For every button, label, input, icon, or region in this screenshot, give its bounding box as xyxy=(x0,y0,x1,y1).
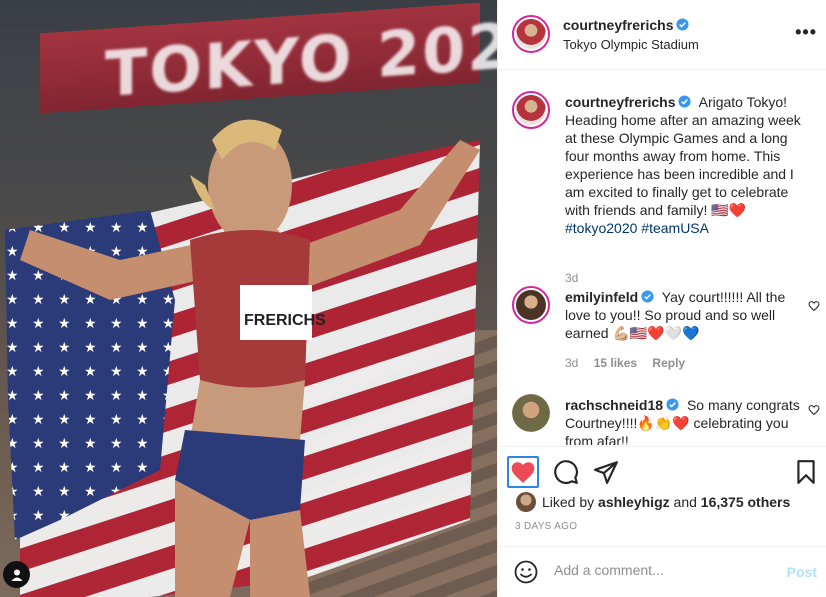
heart-filled-icon xyxy=(511,462,535,483)
caption-text-block: courtneyfrerichs Arigato Tokyo! Heading … xyxy=(565,93,805,237)
bookmark-icon xyxy=(797,460,815,484)
commenter-avatar[interactable] xyxy=(512,394,550,432)
comment-meta: 3d 15 likes Reply xyxy=(565,356,697,370)
verified-badge-icon xyxy=(666,398,679,411)
post-timestamp[interactable]: 3 DAYS AGO xyxy=(515,521,577,532)
bib-text: FRERICHS xyxy=(244,312,326,329)
comment-reply-button[interactable]: Reply xyxy=(652,356,685,370)
post-header: courtneyfrerichs Tokyo Olympic Stadium •… xyxy=(498,0,826,70)
comment-text-block: emilyinfeld Yay court!!!!!! All the love… xyxy=(565,288,805,342)
verified-badge-icon xyxy=(678,95,692,108)
like-button[interactable] xyxy=(507,456,539,488)
likes-others-link[interactable]: 16,375 others xyxy=(701,494,791,510)
comment-text-block: rachschneid18 So many congrats Courtney!… xyxy=(565,396,805,445)
save-button[interactable] xyxy=(790,456,822,488)
share-button[interactable] xyxy=(590,456,622,488)
caption-author-avatar[interactable] xyxy=(512,91,550,129)
add-comment-bar: Post xyxy=(498,546,826,597)
post-comment-button[interactable]: Post xyxy=(787,564,817,580)
more-options-icon[interactable]: ••• xyxy=(795,22,817,43)
post-location[interactable]: Tokyo Olympic Stadium xyxy=(563,37,699,52)
comment-bubble-icon xyxy=(554,460,578,484)
caption-time[interactable]: 3d xyxy=(565,271,578,285)
comment-username[interactable]: rachschneid18 xyxy=(565,397,679,413)
like-comment-heart-icon[interactable] xyxy=(808,404,820,416)
comment-input[interactable] xyxy=(554,562,774,578)
comment-time[interactable]: 3d xyxy=(565,356,578,370)
caption-meta: 3d xyxy=(565,271,590,285)
likes-joiner: and xyxy=(673,494,697,510)
verified-badge-icon xyxy=(641,290,654,303)
emoji-icon[interactable] xyxy=(514,560,538,584)
likes-prefix: Liked by xyxy=(542,494,595,510)
like-comment-heart-icon[interactable] xyxy=(808,300,820,312)
comments-list[interactable]: courtneyfrerichs Arigato Tokyo! Heading … xyxy=(498,71,826,445)
post-actions-bar xyxy=(498,446,826,494)
post-details-panel: courtneyfrerichs Tokyo Olympic Stadium •… xyxy=(497,0,826,597)
liker-username[interactable]: ashleyhigz xyxy=(598,494,670,510)
comment-likes[interactable]: 15 likes xyxy=(594,356,637,370)
caption-hashtags[interactable]: #tokyo2020 #teamUSA xyxy=(565,220,709,236)
comment-button[interactable] xyxy=(550,456,582,488)
author-username[interactable]: courtneyfrerichs xyxy=(563,17,690,33)
author-avatar[interactable] xyxy=(512,15,550,53)
user-tag-icon[interactable] xyxy=(3,561,30,588)
caption-username[interactable]: courtneyfrerichs xyxy=(565,94,692,110)
caption-text: Arigato Tokyo! Heading home after an ama… xyxy=(565,94,801,218)
comment-username[interactable]: emilyinfeld xyxy=(565,289,654,305)
liker-avatar[interactable] xyxy=(516,492,536,512)
athlete-with-flag-illustration: ★ FRERICHS xyxy=(5,119,480,597)
post-photo[interactable]: TOKYO 2020 ★ FRERICHS xyxy=(0,0,497,597)
paper-plane-icon xyxy=(594,461,618,484)
commenter-avatar[interactable] xyxy=(512,286,550,324)
verified-badge-icon xyxy=(676,18,690,31)
likes-summary[interactable]: Liked by ashleyhigz and 16,375 others xyxy=(516,492,790,512)
